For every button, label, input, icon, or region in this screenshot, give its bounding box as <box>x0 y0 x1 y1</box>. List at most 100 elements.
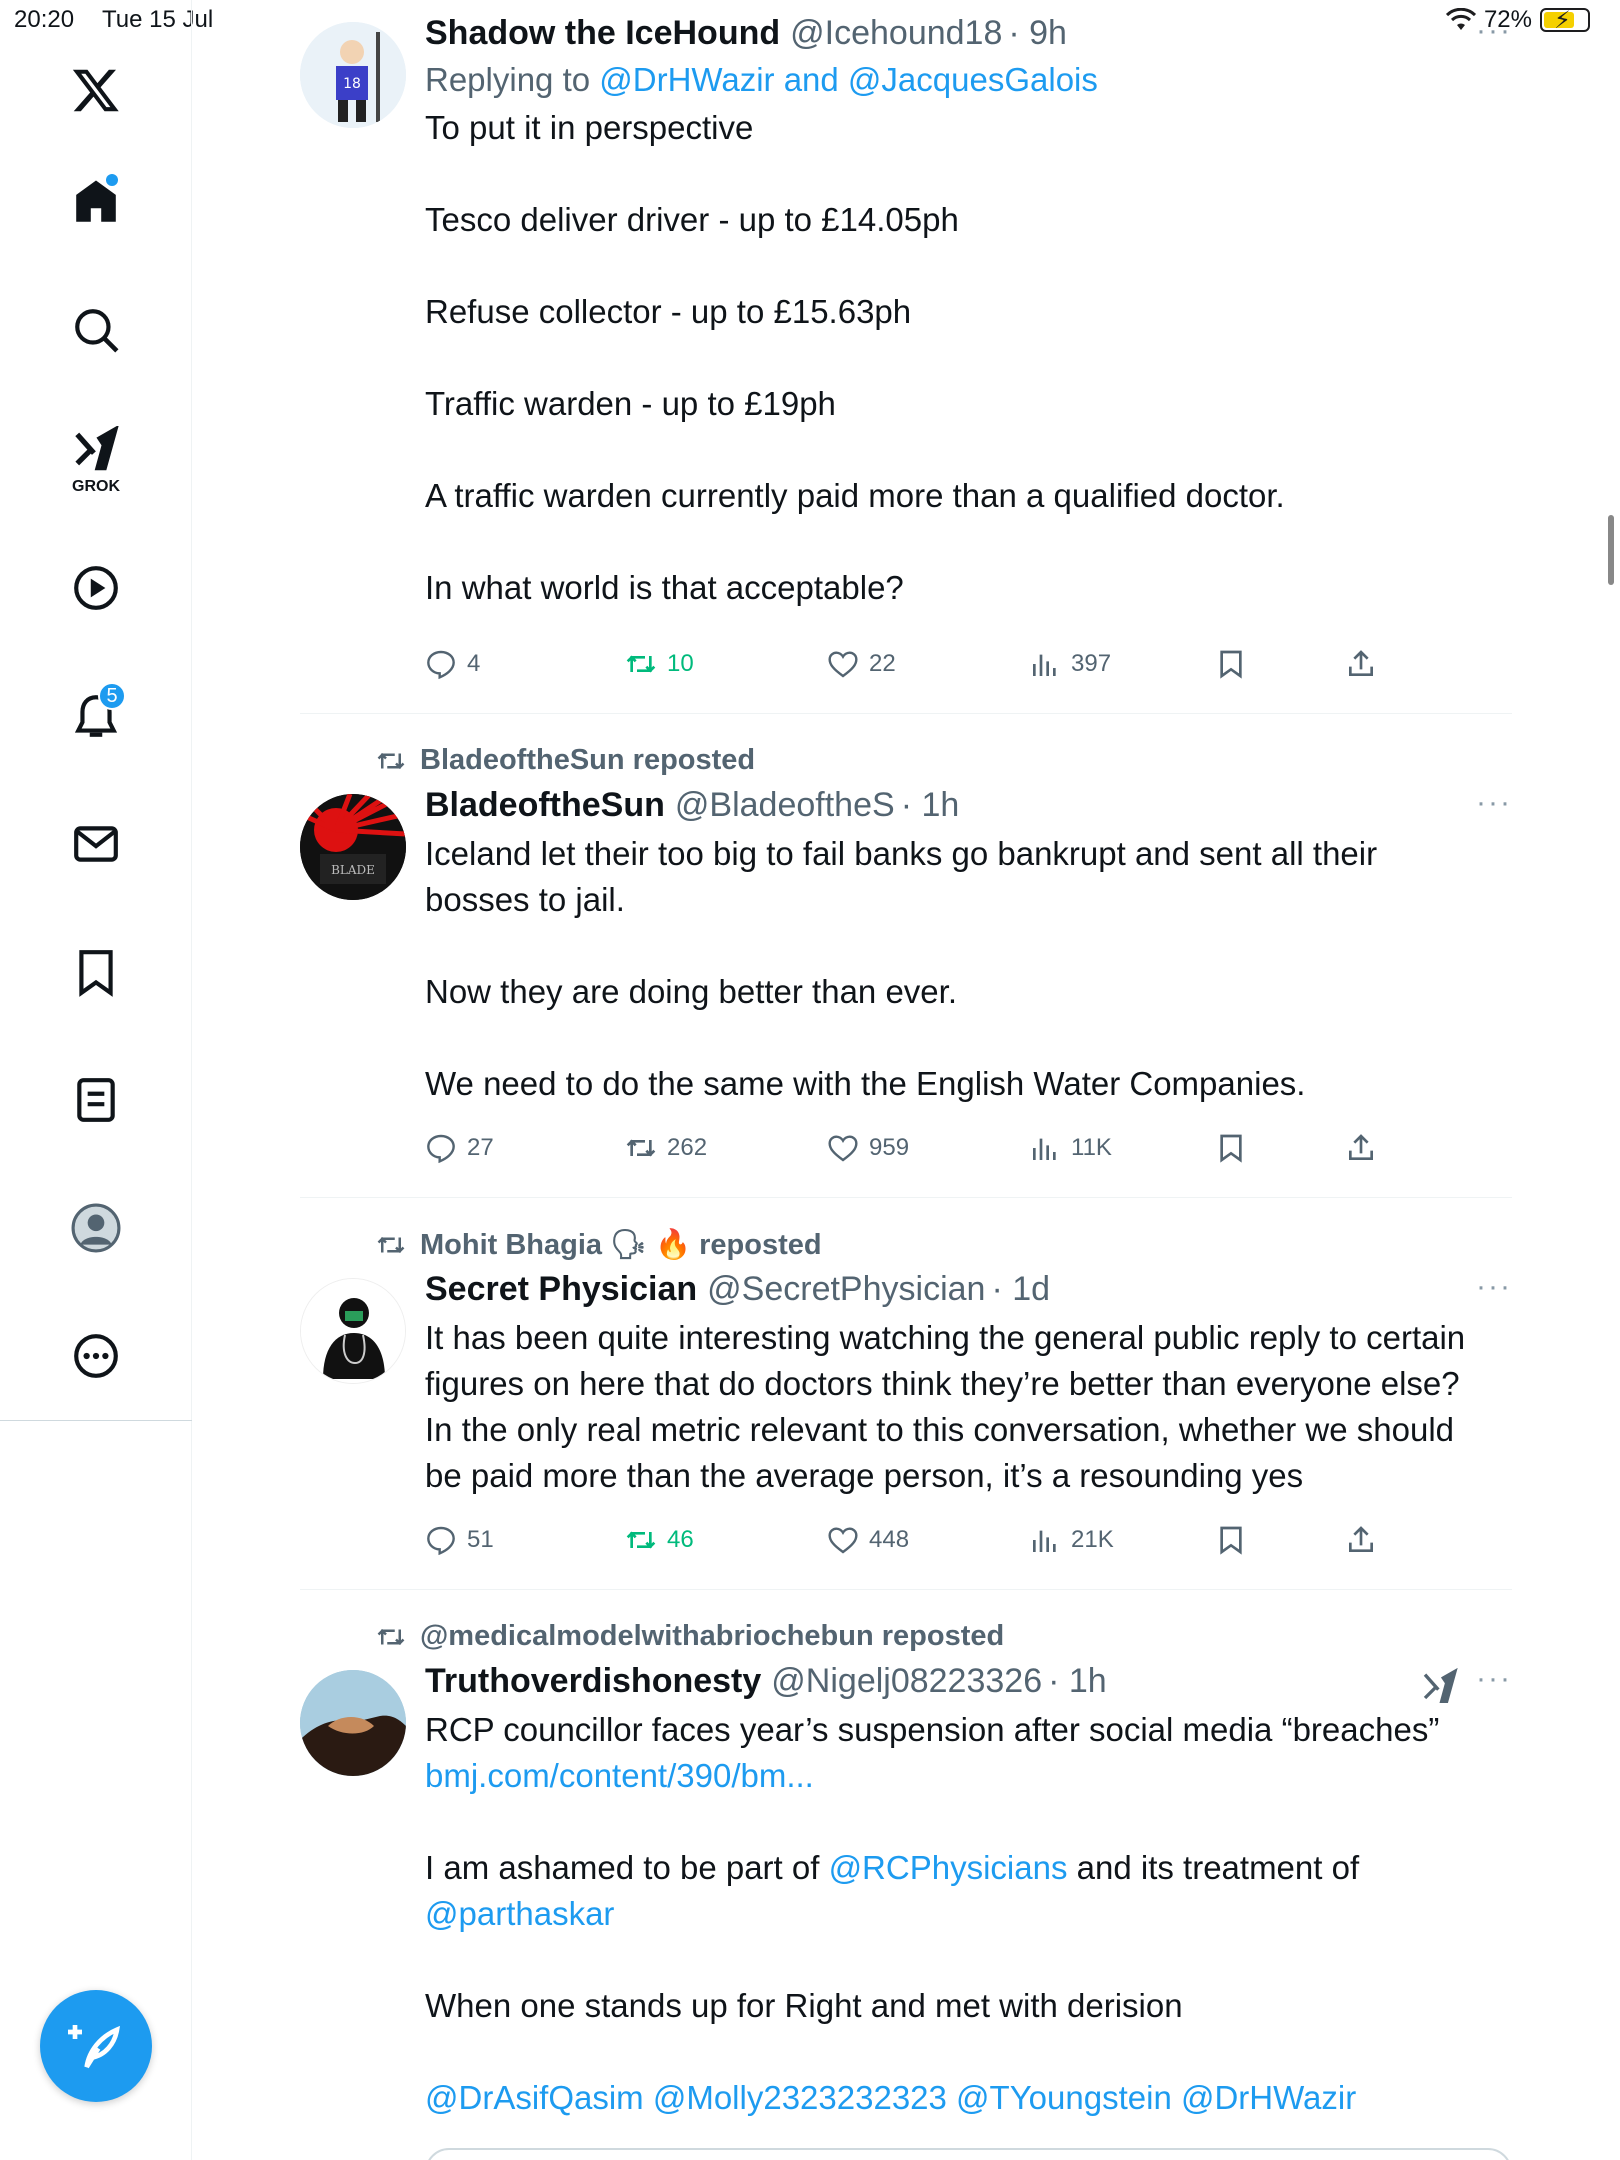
grok-button[interactable]: GROK <box>56 420 136 500</box>
tweet-header: Truthoverdishonesty @Nigelj08223326 · 1h <box>425 1662 1512 1701</box>
tweet-text: RCP councillor faces year’s suspension a… <box>425 1707 1512 2121</box>
views-button[interactable]: 397 <box>1029 648 1111 680</box>
tweet-text: It has been quite interesting watching t… <box>425 1315 1512 1499</box>
home-button[interactable] <box>56 162 136 242</box>
mention-link[interactable]: @parthaskar <box>425 1895 614 1932</box>
more-button[interactable] <box>56 1316 136 1396</box>
tweet-line: be paid more than the average person, it… <box>425 1457 1304 1494</box>
tweet-line: Now they are doing better than ever. <box>425 973 957 1010</box>
share-button[interactable] <box>1345 648 1377 680</box>
like-button[interactable]: 22 <box>827 648 896 680</box>
profile-button[interactable] <box>56 1188 136 1268</box>
link-card-preview[interactable] <box>425 2148 1512 2160</box>
tweet-line: A traffic warden currently paid more tha… <box>425 477 1285 514</box>
view-count: 11K <box>1071 1134 1112 1161</box>
tweet[interactable]: 18 Shadow the IceHound @Icehound18 · 9h … <box>300 0 1512 714</box>
tweet-header: Shadow the IceHound @Icehound18 · 9h <box>425 14 1512 53</box>
like-button[interactable]: 448 <box>827 1524 909 1556</box>
post-time[interactable]: · 1d <box>991 1270 1050 1309</box>
reply-icon <box>427 1134 455 1164</box>
share-button[interactable] <box>1345 1524 1377 1556</box>
avatar[interactable]: 18 <box>300 22 406 128</box>
x-logo-icon[interactable] <box>56 50 136 130</box>
repost-icon <box>377 1236 405 1254</box>
repost-icon <box>626 1531 656 1549</box>
bookmark-button[interactable] <box>1215 648 1247 680</box>
reply-button[interactable]: 51 <box>425 1524 494 1556</box>
compose-post-button[interactable] <box>40 1990 152 2102</box>
user-handle[interactable]: @Nigelj08223326 <box>771 1662 1042 1701</box>
tweet-line: When one stands up for Right and met wit… <box>425 1987 1183 2024</box>
tweet[interactable]: Mohit Bhagia 🗣 🔥 reposted Secret Physici… <box>300 1198 1512 1590</box>
tweet-line: bosses to jail. <box>425 881 625 918</box>
more-options-button[interactable]: ··· <box>1476 786 1512 820</box>
repost-context-label[interactable]: BladeoftheSun reposted <box>420 744 755 777</box>
replying-to-users[interactable]: @DrHWazir and @JacquesGalois <box>599 61 1098 98</box>
share-button[interactable] <box>1345 1132 1377 1164</box>
tweet[interactable]: BladeoftheSun reposted BLADE BladeoftheS… <box>300 714 1512 1198</box>
repost-count: 46 <box>667 1526 694 1553</box>
tweet-text: Iceland let their too big to fail banks … <box>425 831 1512 1107</box>
bookmark-icon <box>1220 1134 1242 1163</box>
view-count: 21K <box>1071 1526 1114 1553</box>
reply-button[interactable]: 4 <box>425 648 480 680</box>
search-button[interactable] <box>56 290 136 370</box>
views-chart-icon <box>1033 1138 1056 1160</box>
lists-button[interactable] <box>56 1060 136 1140</box>
like-count: 448 <box>869 1526 910 1553</box>
avatar[interactable] <box>300 1670 406 1776</box>
like-button[interactable]: 959 <box>827 1132 909 1164</box>
tweet-line <box>425 923 1512 969</box>
avatar[interactable] <box>300 1278 406 1384</box>
display-name[interactable]: Secret Physician <box>425 1270 697 1309</box>
more-options-button[interactable]: ··· <box>1476 14 1512 48</box>
tweet-line: figures on here that do doctors think th… <box>425 1365 1460 1402</box>
tweet[interactable]: @medicalmodelwithabriochebun reposted Tr… <box>300 1590 1512 2160</box>
views-button[interactable]: 11K <box>1029 1132 1112 1164</box>
article-link[interactable]: bmj.com/content/390/bm... <box>425 1757 814 1794</box>
messages-button[interactable] <box>56 804 136 884</box>
tweet-line: Refuse collector - up to £15.63ph <box>425 293 912 330</box>
more-options-button[interactable]: ··· <box>1476 1662 1512 1696</box>
tweet-actions: 27 262 959 11K <box>425 1128 1412 1168</box>
avatar[interactable]: BLADE <box>300 794 406 900</box>
scrollbar-thumb[interactable] <box>1608 515 1614 585</box>
repost-context-label[interactable]: Mohit Bhagia 🗣 🔥 reposted <box>420 1228 822 1262</box>
reply-icon <box>427 650 455 680</box>
tweet-actions: 4 10 22 397 <box>425 644 1412 684</box>
views-button[interactable]: 21K <box>1029 1524 1114 1556</box>
display-name[interactable]: Truthoverdishonesty <box>425 1662 761 1701</box>
repost-button[interactable]: 46 <box>625 1524 694 1556</box>
repost-context-label[interactable]: @medicalmodelwithabriochebun reposted <box>420 1620 1004 1653</box>
user-handle[interactable]: @Icehound18 <box>790 14 1002 53</box>
tweet-header: BladeoftheSun @BladeoftheS · 1h <box>425 786 1512 825</box>
mentions-list[interactable]: @DrAsifQasim @Molly2323232323 @TYoungste… <box>425 2079 1356 2116</box>
bookmark-button[interactable] <box>1215 1132 1247 1164</box>
post-time[interactable]: · 1h <box>1048 1662 1107 1701</box>
display-name[interactable]: Shadow the IceHound <box>425 14 780 53</box>
mention-link[interactable]: @RCPhysicians <box>829 1849 1068 1886</box>
bookmark-button[interactable] <box>1215 1524 1247 1556</box>
repost-button[interactable]: 262 <box>625 1132 707 1164</box>
user-handle[interactable]: @BladeoftheS <box>675 786 895 825</box>
battery-icon: ⚡ <box>1540 7 1590 34</box>
video-icon <box>74 566 118 610</box>
home-unread-dot <box>106 174 118 186</box>
reply-button[interactable]: 27 <box>425 1132 494 1164</box>
bookmarks-button[interactable] <box>56 932 136 1012</box>
tweet-line <box>425 427 1512 473</box>
video-button[interactable] <box>56 548 136 628</box>
tweet-line: Traffic warden - up to £19ph <box>425 385 836 422</box>
grok-icon[interactable] <box>1420 1668 1460 1708</box>
tweet-text-segment: I am ashamed to be part of <box>425 1849 829 1886</box>
post-time[interactable]: · 9h <box>1008 14 1067 53</box>
user-handle[interactable]: @SecretPhysician <box>707 1270 985 1309</box>
repost-button[interactable]: 10 <box>625 648 694 680</box>
post-time[interactable]: · 1h <box>901 786 960 825</box>
display-name[interactable]: BladeoftheSun <box>425 786 665 825</box>
reply-count: 27 <box>467 1134 494 1161</box>
more-options-button[interactable]: ··· <box>1476 1270 1512 1304</box>
tweet-header: Secret Physician @SecretPhysician · 1d <box>425 1270 1512 1309</box>
grok-label: GROK <box>72 478 120 495</box>
notifications-button[interactable]: 5 <box>56 676 136 756</box>
